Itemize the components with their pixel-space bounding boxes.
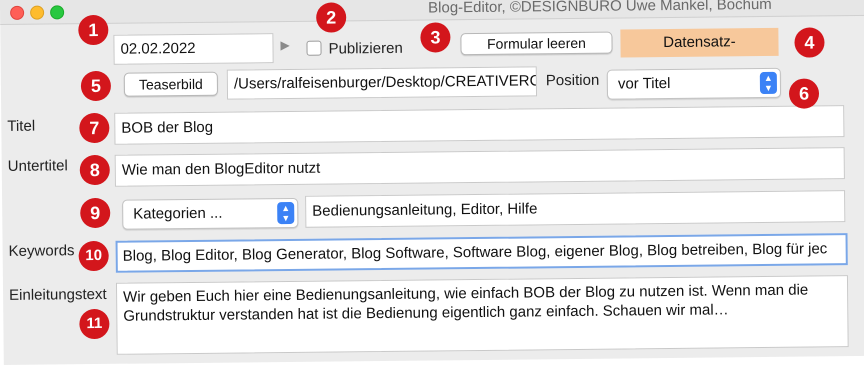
title-bar: Blog-Editor, ©DESIGNBÜRO Uwe Mankel, Boc… [0, 0, 864, 25]
date-field[interactable]: 02.02.2022 [113, 33, 274, 65]
window-title: Blog-Editor, ©DESIGNBÜRO Uwe Mankel, Boc… [428, 0, 772, 17]
categories-field[interactable]: Bedienungsanleitung, Editor, Hilfe [305, 190, 846, 228]
publish-label: Publizieren [328, 39, 403, 58]
callout-badge-9: 9 [80, 197, 111, 229]
subtitle-label: Untertitel [7, 157, 68, 175]
callout-badge-5: 5 [80, 70, 112, 102]
select-arrows-icon: ▲ ▼ [277, 201, 295, 225]
callout-badge-8: 8 [79, 154, 110, 186]
minimize-window-button[interactable] [30, 5, 45, 20]
callout-badge-2: 2 [316, 2, 347, 33]
categories-select-value: Kategorien ... [133, 204, 223, 223]
title-field[interactable]: BOB der Blog [114, 105, 845, 145]
callout-badge-4: 4 [794, 27, 825, 58]
callout-badge-1: 1 [78, 14, 109, 46]
teaser-path-field[interactable]: /Users/ralfeisenburger/Desktop/CREATIVER… [226, 66, 538, 100]
position-select-value: vor Titel [617, 74, 671, 93]
select-arrows-icon: ▲ ▼ [759, 71, 778, 95]
play-arrow-icon[interactable]: ▶ [280, 38, 289, 52]
clear-form-button[interactable]: Formular leeren [460, 31, 613, 56]
blog-editor-window: Blog-Editor, ©DESIGNBÜRO Uwe Mankel, Boc… [0, 0, 864, 365]
keywords-label: Keywords [8, 242, 75, 260]
record-status: Datensatz- [620, 27, 779, 58]
title-label: Titel [7, 117, 36, 135]
position-select[interactable]: vor Titel ▲ ▼ [606, 67, 782, 100]
callout-badge-10: 10 [78, 240, 109, 272]
callout-badge-7: 7 [79, 112, 110, 144]
callout-badge-3: 3 [420, 22, 451, 53]
intro-label: Einleitungstext [9, 285, 107, 304]
publish-checkbox[interactable] [306, 40, 322, 56]
categories-select[interactable]: Kategorien ... ▲ ▼ [122, 197, 299, 230]
keywords-field[interactable]: Blog, Blog Editor, Blog Generator, Blog … [115, 233, 848, 273]
zoom-window-button[interactable] [50, 5, 65, 20]
subtitle-field[interactable]: Wie man den BlogEditor nutzt [114, 147, 845, 187]
callout-badge-11: 11 [79, 308, 110, 340]
intro-textarea[interactable]: Wir geben Euch hier eine Bedienungsanlei… [115, 275, 849, 355]
callout-badge-6: 6 [788, 78, 820, 109]
close-window-button[interactable] [10, 5, 25, 20]
position-label: Position [545, 71, 600, 90]
teaser-image-button[interactable]: Teaserbild [123, 71, 219, 97]
